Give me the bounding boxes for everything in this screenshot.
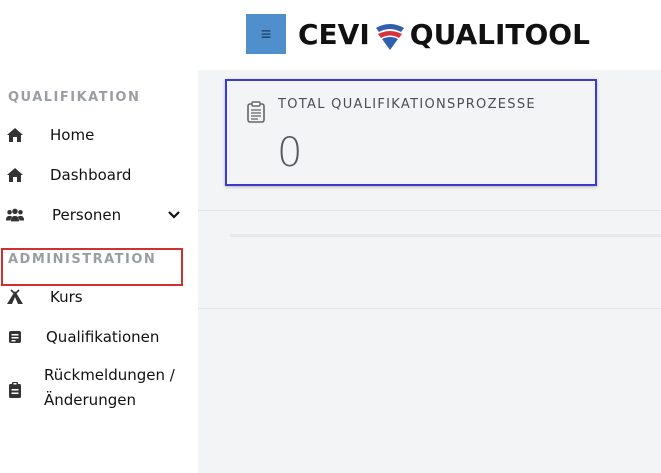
sidebar-item-home[interactable]: Home <box>0 118 198 152</box>
stat-value: 0 <box>277 130 303 176</box>
menu-toggle-button[interactable]: ≡ <box>246 14 286 54</box>
home-icon <box>5 165 25 185</box>
users-icon <box>5 205 25 225</box>
sidebar-item-label: Home <box>50 126 95 144</box>
clipboard-list-icon <box>247 101 265 123</box>
highlight-box <box>1 248 183 286</box>
cevi-logo-icon <box>375 24 404 50</box>
sidebar-item-personen[interactable]: Personen <box>0 198 198 232</box>
chevron-down-icon[interactable] <box>166 207 182 223</box>
sidebar-item-label: Kurs <box>50 288 83 306</box>
top-bar: ≡ CEVI QUALITOOL <box>0 0 661 70</box>
sidebar-item-label: Dashboard <box>50 166 132 184</box>
stat-label: TOTAL QUALIFIKATIONSPROZESSE <box>278 97 536 112</box>
sidebar-item-label: Qualifikationen <box>46 328 160 346</box>
sidebar-item-label-line2: Änderungen <box>44 391 136 409</box>
section-title-qualifikation: QUALIFIKATION <box>8 90 141 105</box>
document-icon <box>5 327 25 347</box>
campfire-icon <box>5 287 25 307</box>
sidebar-item-dashboard[interactable]: Dashboard <box>0 158 198 192</box>
brand-word-left: CEVI <box>298 17 370 51</box>
hamburger-icon: ≡ <box>260 23 272 44</box>
sidebar-item-rueckmeldungen[interactable]: Rückmeldungen / Änderungen <box>0 366 198 414</box>
divider <box>230 234 661 237</box>
home-icon <box>5 125 25 145</box>
divider <box>198 210 661 211</box>
brand-logo[interactable]: CEVI QUALITOOL <box>298 14 590 54</box>
sidebar-item-label-line1: Rückmeldungen / <box>44 366 175 384</box>
sidebar-item-label: Personen <box>52 206 122 224</box>
divider <box>198 308 661 309</box>
sidebar-item-qualifikationen[interactable]: Qualifikationen <box>0 320 198 354</box>
brand-word-right: QUALITOOL <box>409 17 590 51</box>
clipboard-icon <box>5 380 25 400</box>
